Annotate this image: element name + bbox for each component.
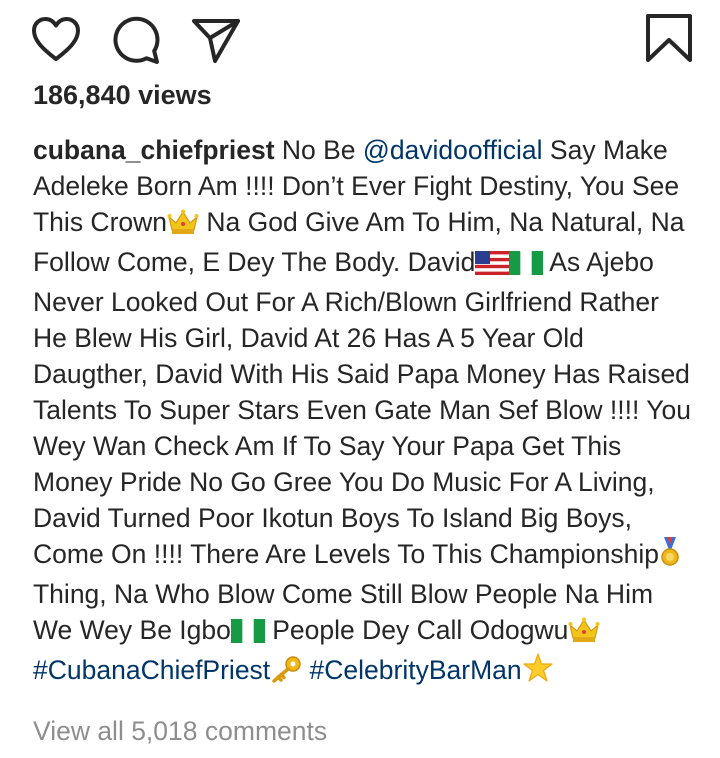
caption-text: As Ajebo Never Looked Out For A Rich/Blo… bbox=[33, 247, 691, 569]
username-link[interactable]: cubana_chiefpriest bbox=[33, 135, 275, 165]
view-count[interactable]: 186,840 views bbox=[33, 80, 212, 111]
heart-icon[interactable] bbox=[30, 14, 82, 66]
hashtag-link[interactable]: #CelebrityBarMan bbox=[310, 655, 522, 685]
hashtag-link[interactable]: #CubanaChiefPriest bbox=[33, 655, 270, 685]
crown-icon bbox=[167, 208, 199, 244]
nigeria-flag-icon bbox=[509, 248, 544, 284]
crown-icon bbox=[568, 616, 600, 652]
key-icon bbox=[270, 655, 302, 692]
bookmark-icon[interactable] bbox=[644, 12, 694, 66]
medal-icon bbox=[659, 537, 681, 576]
post-caption: cubana_chiefpriest No Be @davidoofficial… bbox=[33, 132, 693, 692]
nigeria-flag-icon bbox=[230, 616, 265, 652]
action-bar bbox=[0, 0, 720, 80]
mention-link[interactable]: @davidoofficial bbox=[363, 135, 543, 165]
paper-plane-icon[interactable] bbox=[190, 14, 242, 66]
comment-bubble-icon[interactable] bbox=[110, 14, 162, 66]
us-flag-icon bbox=[475, 248, 510, 284]
caption-text: No Be bbox=[274, 135, 363, 165]
caption-text: People Dey Call Odogwu bbox=[264, 615, 569, 645]
glowing-star-icon bbox=[522, 653, 554, 692]
view-all-comments-link[interactable]: View all 5,018 comments bbox=[33, 716, 327, 747]
